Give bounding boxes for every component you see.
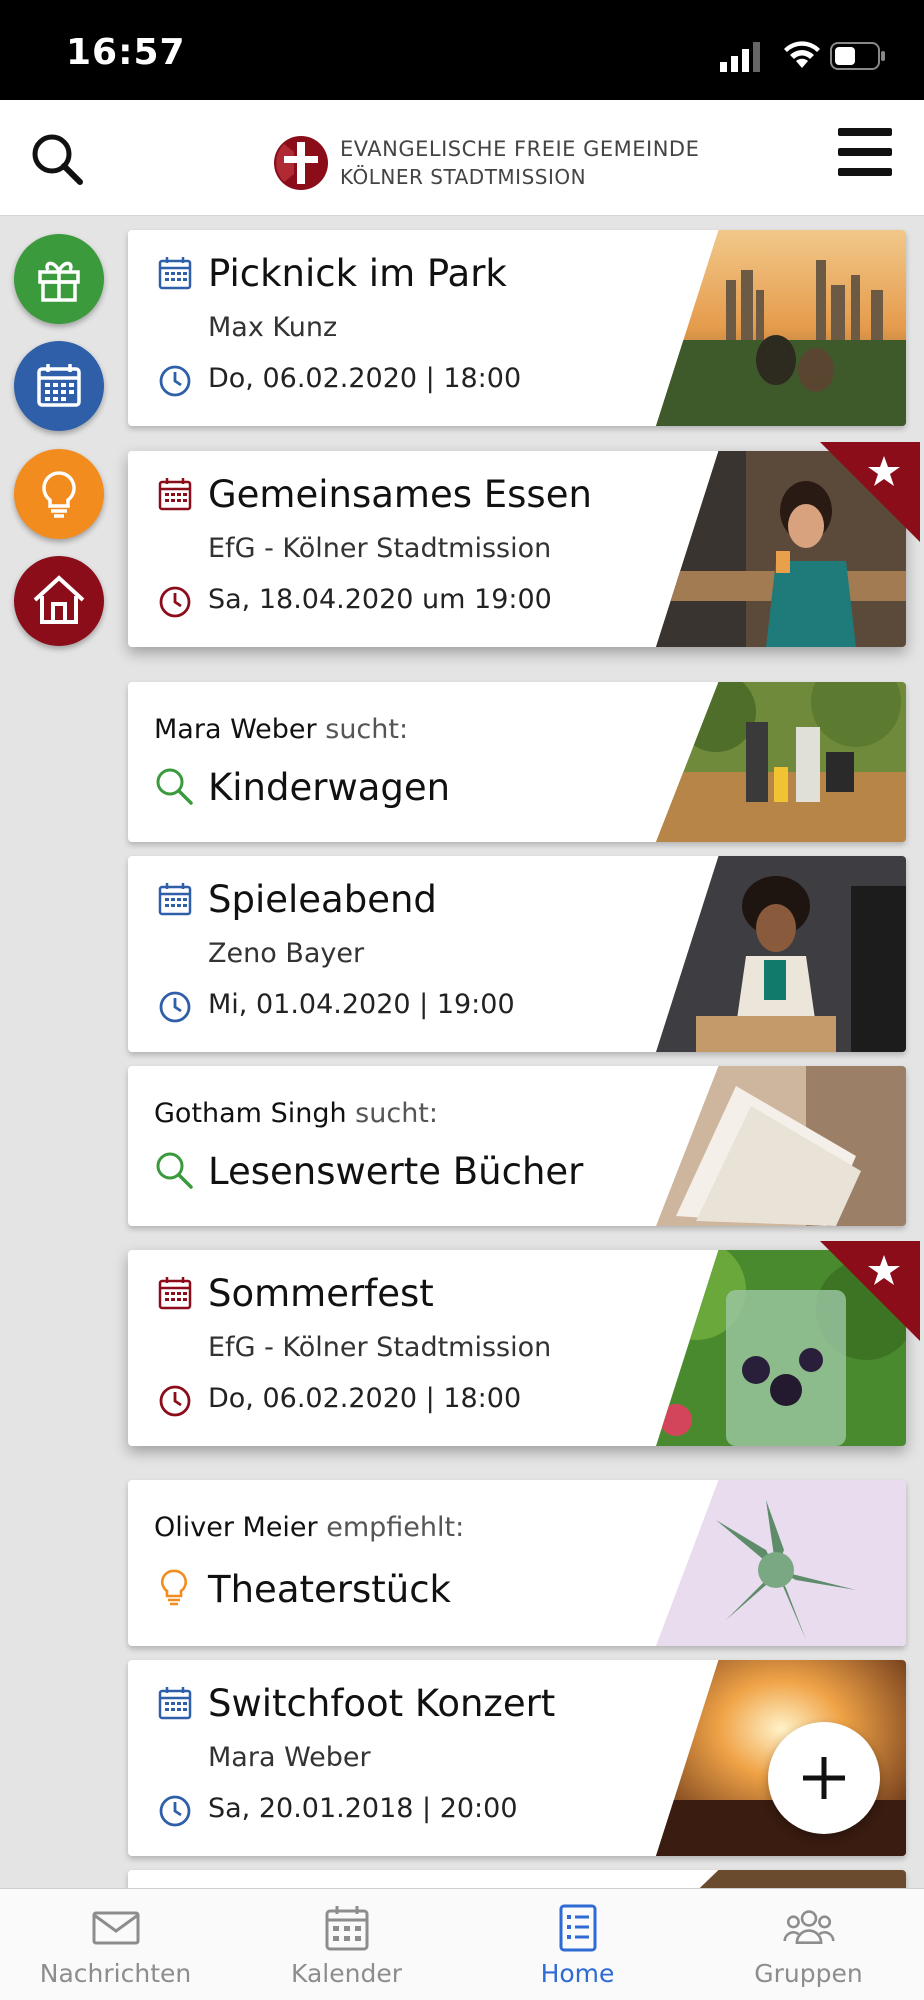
clock-icon bbox=[159, 1385, 191, 1417]
church-logo: EVANGELISCHE FREIE GEMEINDE KÖLNER STADT… bbox=[272, 134, 699, 192]
event-title: Switchfoot Konzert bbox=[208, 1682, 556, 1725]
event-organizer: EfG - Kölner Stadtmission bbox=[208, 533, 552, 564]
event-card-featured[interactable]: Gemeinsames Essen EfG - Kölner Stadtmiss… bbox=[128, 451, 906, 647]
event-title: Picknick im Park bbox=[208, 252, 507, 295]
calendar-icon bbox=[325, 1906, 368, 1951]
calendar-icon bbox=[158, 883, 192, 916]
recommendation-header: Oliver Meier empfiehlt: bbox=[154, 1512, 464, 1543]
list-icon bbox=[559, 1904, 596, 1952]
event-organizer: EfG - Kölner Stadtmission bbox=[208, 1332, 552, 1363]
tab-label: Gruppen bbox=[754, 1959, 863, 1988]
add-button[interactable] bbox=[768, 1722, 880, 1834]
tab-gruppen[interactable]: Gruppen bbox=[693, 1889, 924, 2000]
request-card[interactable]: Mara Weber sucht: Kinderwagen bbox=[128, 682, 906, 842]
ideas-button[interactable] bbox=[14, 449, 104, 539]
recommendation-card[interactable]: Oliver Meier empfiehlt: Theaterstück bbox=[128, 1480, 906, 1646]
request-header: Mara Weber sucht: bbox=[154, 714, 408, 745]
event-date: Sa, 20.01.2018 | 20:00 bbox=[208, 1793, 518, 1824]
request-header: Gotham Singh sucht: bbox=[154, 1098, 438, 1129]
group-icon bbox=[782, 1910, 835, 1945]
recommendation-person: Oliver Meier bbox=[154, 1512, 318, 1543]
logo-subtitle: KÖLNER STADTMISSION bbox=[340, 165, 587, 189]
event-card[interactable]: Picknick im Park Max Kunz Do, 06.02.2020… bbox=[128, 230, 906, 426]
request-person: Mara Weber bbox=[154, 714, 317, 745]
gift-icon bbox=[38, 261, 80, 302]
search-icon bbox=[156, 768, 193, 805]
request-title: Lesenswerte Bücher bbox=[208, 1150, 584, 1193]
request-verb: sucht: bbox=[355, 1098, 438, 1129]
lightbulb-icon bbox=[161, 1569, 187, 1606]
calendar-icon bbox=[37, 364, 81, 407]
plus-icon bbox=[803, 1757, 845, 1799]
search-icon bbox=[156, 1152, 193, 1189]
recommendation-verb: empfiehlt: bbox=[326, 1512, 465, 1543]
event-photo-chess bbox=[656, 856, 906, 1052]
request-title: Kinderwagen bbox=[208, 766, 451, 809]
lightbulb-icon bbox=[42, 471, 76, 518]
event-date: Do, 06.02.2020 | 18:00 bbox=[208, 1383, 522, 1414]
clock-icon bbox=[159, 586, 191, 618]
event-title: Sommerfest bbox=[208, 1272, 434, 1315]
tab-home[interactable]: Home bbox=[462, 1889, 693, 2000]
event-photo-park bbox=[656, 230, 906, 426]
tab-nachrichten[interactable]: Nachrichten bbox=[0, 1889, 231, 2000]
status-bar: 16:57 bbox=[0, 0, 924, 100]
calendar-button[interactable] bbox=[14, 341, 104, 431]
cross-logo-icon bbox=[274, 136, 328, 190]
battery-icon bbox=[830, 42, 885, 70]
clock-icon bbox=[159, 365, 191, 397]
hamburger-menu-icon[interactable] bbox=[838, 128, 892, 176]
featured-ribbon bbox=[820, 1241, 920, 1341]
recommendation-title: Theaterstück bbox=[208, 1568, 451, 1611]
request-person: Gotham Singh bbox=[154, 1098, 347, 1129]
tab-label: Kalender bbox=[291, 1959, 402, 1988]
wifi-icon bbox=[784, 41, 820, 68]
event-organizer: Zeno Bayer bbox=[208, 938, 365, 969]
clock-icon bbox=[159, 991, 191, 1023]
status-time: 16:57 bbox=[66, 32, 186, 73]
mail-icon bbox=[92, 1911, 139, 1945]
tab-kalender[interactable]: Kalender bbox=[231, 1889, 462, 2000]
event-title: Spieleabend bbox=[208, 878, 437, 921]
recommendation-photo-succulent bbox=[656, 1480, 906, 1646]
request-photo-book bbox=[656, 1066, 906, 1226]
event-date: Mi, 01.04.2020 | 19:00 bbox=[208, 989, 515, 1020]
calendar-icon bbox=[158, 1277, 192, 1310]
tab-label: Nachrichten bbox=[39, 1959, 192, 1988]
event-title: Gemeinsames Essen bbox=[208, 473, 592, 516]
request-photo-stroller bbox=[656, 682, 906, 842]
event-date: Sa, 18.04.2020 um 19:00 bbox=[208, 584, 552, 615]
logo-title: EVANGELISCHE FREIE GEMEINDE bbox=[340, 137, 700, 161]
event-date: Do, 06.02.2020 | 18:00 bbox=[208, 363, 522, 394]
gifts-button[interactable] bbox=[14, 234, 104, 324]
event-organizer: Max Kunz bbox=[208, 312, 338, 343]
request-card[interactable]: Gotham Singh sucht: Lesenswerte Bücher bbox=[128, 1066, 906, 1226]
app-header: EVANGELISCHE FREIE GEMEINDE KÖLNER STADT… bbox=[0, 100, 924, 216]
featured-ribbon bbox=[820, 442, 920, 542]
event-organizer: Mara Weber bbox=[208, 1742, 371, 1773]
search-icon[interactable] bbox=[28, 130, 86, 188]
home-button[interactable] bbox=[14, 556, 104, 646]
clock-icon bbox=[159, 1795, 191, 1827]
event-card[interactable]: Spieleabend Zeno Bayer Mi, 01.04.2020 | … bbox=[128, 856, 906, 1052]
request-verb: sucht: bbox=[325, 714, 409, 745]
event-card-featured[interactable]: Sommerfest EfG - Kölner Stadtmission Do,… bbox=[128, 1250, 906, 1446]
signal-icon bbox=[720, 42, 760, 72]
bottom-tab-bar: Nachrichten Kalender Home Gruppen bbox=[0, 1888, 924, 2000]
calendar-icon bbox=[158, 257, 192, 290]
home-icon bbox=[33, 575, 85, 624]
tab-label: Home bbox=[540, 1959, 615, 1988]
calendar-icon bbox=[158, 478, 192, 511]
calendar-icon bbox=[158, 1687, 192, 1720]
